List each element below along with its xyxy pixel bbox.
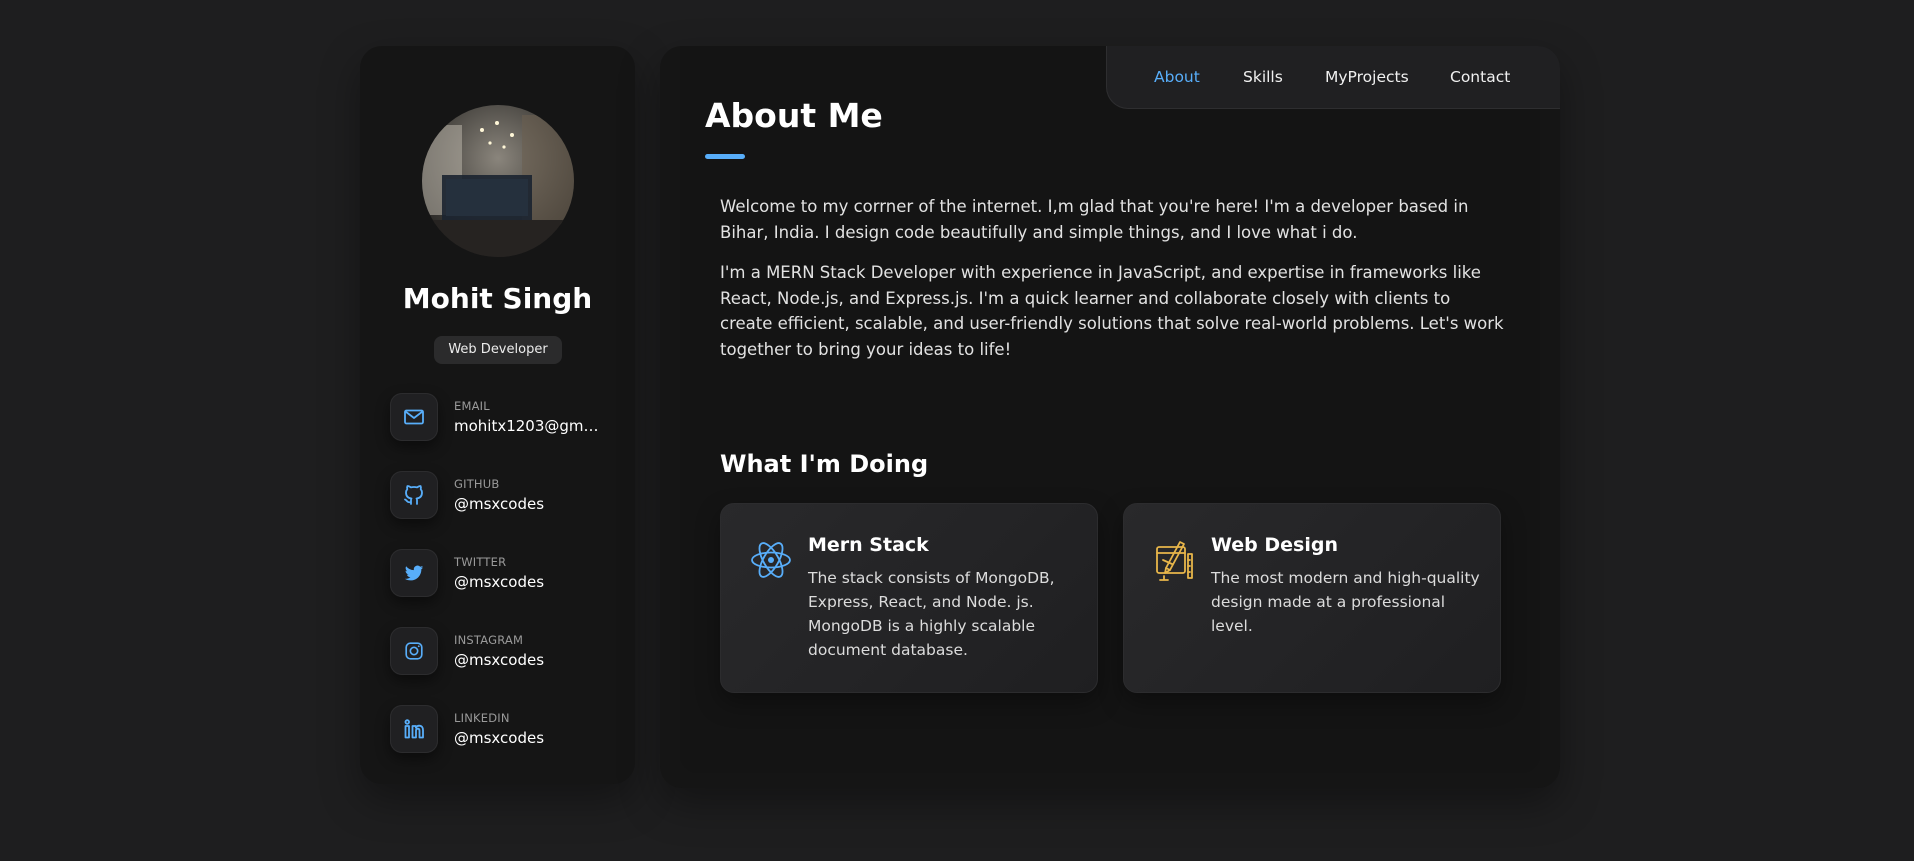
github-icon bbox=[390, 471, 438, 519]
contact-instagram[interactable]: INSTAGRAM @msxcodes bbox=[390, 627, 620, 677]
linkedin-icon bbox=[390, 705, 438, 753]
contact-twitter[interactable]: TWITTER @msxcodes bbox=[390, 549, 620, 599]
contact-github-value[interactable]: @msxcodes bbox=[454, 495, 544, 513]
twitter-icon bbox=[390, 549, 438, 597]
nav-skills[interactable]: Skills bbox=[1243, 68, 1283, 86]
contact-linkedin-label: LINKEDIN bbox=[454, 711, 510, 725]
about-paragraph-1: Welcome to my corrner of the internet. I… bbox=[720, 197, 1469, 242]
service-card-web-design: Web Design The most modern and high-qual… bbox=[1123, 503, 1501, 693]
contact-twitter-value[interactable]: @msxcodes bbox=[454, 573, 544, 591]
profile-sidebar: Mohit Singh Web Developer EMAIL mohitx12… bbox=[360, 46, 635, 784]
service-card-mern: Mern Stack The stack consists of MongoDB… bbox=[720, 503, 1098, 693]
main-panel: About Skills MyProjects Contact About Me… bbox=[660, 46, 1560, 788]
profile-title-badge: Web Developer bbox=[434, 336, 562, 364]
contact-instagram-label: INSTAGRAM bbox=[454, 633, 524, 647]
services-title: What I'm Doing bbox=[720, 450, 929, 478]
title-underline bbox=[705, 154, 745, 159]
contact-email-label: EMAIL bbox=[454, 399, 490, 413]
mail-icon bbox=[390, 393, 438, 441]
design-tools-icon bbox=[1152, 538, 1196, 582]
service-mern-text: The stack consists of MongoDB, Express, … bbox=[808, 569, 1055, 659]
nav-about[interactable]: About bbox=[1154, 68, 1200, 86]
service-web-design-title: Web Design bbox=[1211, 534, 1338, 556]
top-navbar: About Skills MyProjects Contact bbox=[1106, 46, 1560, 109]
contact-email-value[interactable]: mohitx1203@gmail.com bbox=[454, 417, 604, 435]
page-title: About Me bbox=[705, 96, 883, 135]
contact-linkedin-value[interactable]: @msxcodes bbox=[454, 729, 544, 747]
avatar bbox=[422, 105, 574, 257]
contact-github-label: GITHUB bbox=[454, 477, 500, 491]
nav-myprojects[interactable]: MyProjects bbox=[1325, 68, 1409, 86]
contact-linkedin[interactable]: LINKEDIN @msxcodes bbox=[390, 705, 620, 755]
contact-twitter-label: TWITTER bbox=[454, 555, 507, 569]
profile-name: Mohit Singh bbox=[402, 282, 593, 315]
service-mern-title: Mern Stack bbox=[808, 534, 929, 556]
react-atom-icon bbox=[749, 538, 793, 582]
contact-github[interactable]: GITHUB @msxcodes bbox=[390, 471, 620, 521]
instagram-icon bbox=[390, 627, 438, 675]
service-web-design-text: The most modern and high-quality design … bbox=[1211, 569, 1480, 635]
about-paragraph-2: I'm a MERN Stack Developer with experien… bbox=[720, 263, 1504, 359]
contact-email[interactable]: EMAIL mohitx1203@gmail.com bbox=[390, 393, 620, 443]
portfolio-page: Mohit Singh Web Developer EMAIL mohitx12… bbox=[0, 0, 1914, 861]
contact-instagram-value[interactable]: @msxcodes bbox=[454, 651, 544, 669]
nav-contact[interactable]: Contact bbox=[1450, 68, 1510, 86]
